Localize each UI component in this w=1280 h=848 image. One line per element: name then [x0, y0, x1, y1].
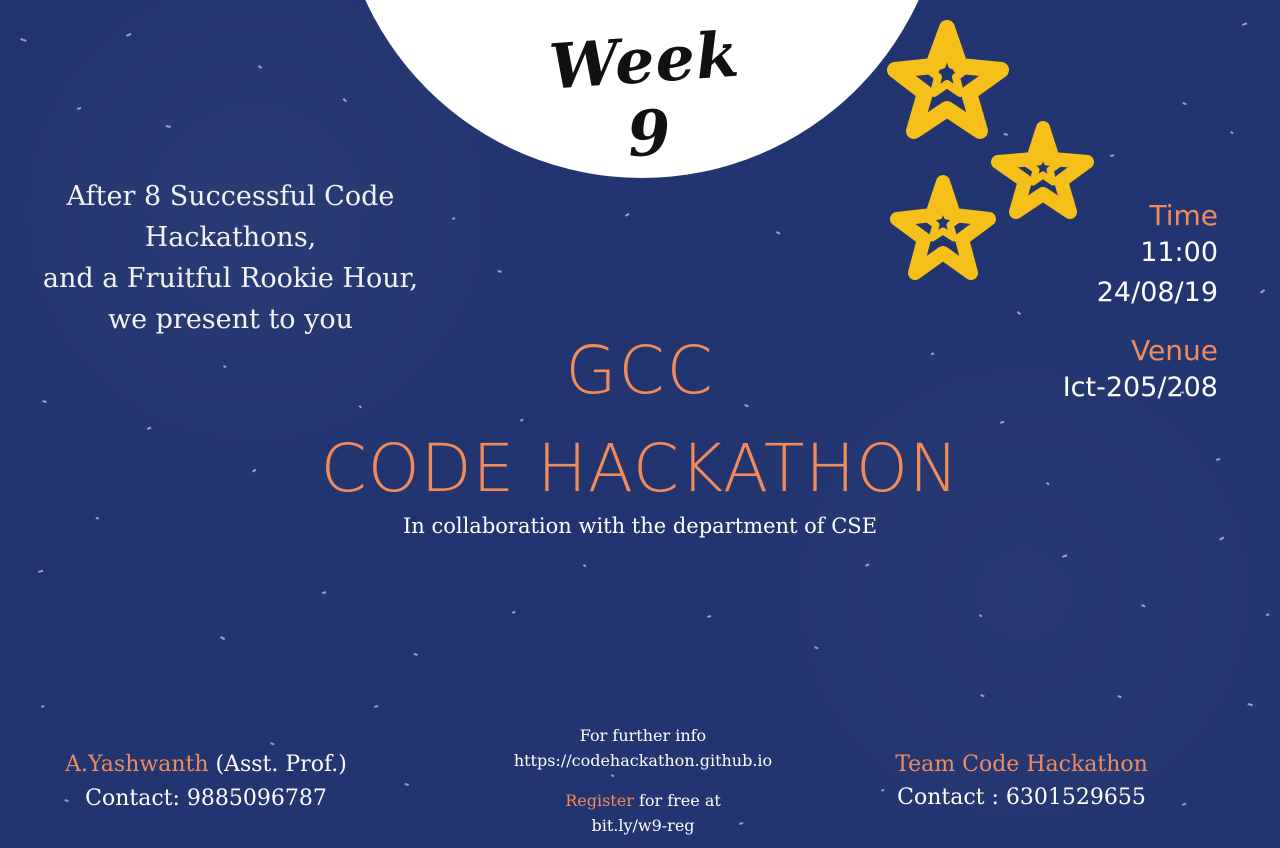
- star-icon: [887, 20, 1009, 139]
- intro-line-3: and a Fruitful Rookie Hour,: [42, 263, 419, 294]
- center-contact-spacer: [468, 773, 818, 788]
- left-contact-role: (Asst. Prof.): [215, 752, 347, 777]
- register-rest: for free at: [638, 791, 721, 810]
- star-icon: [991, 121, 1094, 219]
- intro-line-1: After 8 Successful Code: [66, 181, 395, 212]
- time-date: 24/08/19: [1096, 277, 1218, 308]
- time-info: Time 11:00 24/08/19: [1097, 199, 1218, 313]
- register-short-link: bit.ly/w9-reg: [591, 816, 695, 835]
- team-name: Team Code Hackathon: [895, 752, 1148, 777]
- gcc-title: GCC: [565, 332, 715, 409]
- hackathon-poster: Week 9 After 8 Successful Code Hackathon…: [0, 0, 1280, 848]
- stars-group-icon: [887, 20, 1094, 280]
- time-clock: 11:00: [1140, 237, 1218, 268]
- further-info-url: https://codehackathon.github.io: [513, 751, 773, 770]
- further-info-label: For further info: [579, 726, 707, 745]
- week-title: Week 9: [546, 17, 742, 172]
- collaboration-text: In collaboration with the department of …: [402, 514, 878, 538]
- register-word: Register: [565, 791, 634, 810]
- team-contact: Contact : 6301529655: [897, 785, 1146, 810]
- venue-value: Ict-205/208: [1062, 372, 1218, 403]
- register-line: Register for free at: [468, 788, 818, 813]
- right-contact: Team Code Hackathon Contact : 6301529655: [884, 748, 1159, 814]
- center-contact: For further info https://codehackathon.g…: [468, 723, 818, 838]
- left-contact-phone: Contact: 9885096787: [85, 786, 327, 811]
- venue-label: Venue: [1131, 334, 1218, 367]
- left-contact: A.Yashwanth (Asst. Prof.) Contact: 98850…: [56, 748, 356, 816]
- main-heading: GCC CODE HACKATHON: [220, 330, 1060, 510]
- intro-line-2: Hackathons,: [144, 222, 317, 253]
- time-label: Time: [1149, 199, 1218, 232]
- venue-info: Venue Ict-205/208: [1063, 334, 1218, 408]
- left-contact-name-line: A.Yashwanth (Asst. Prof.): [56, 748, 356, 782]
- intro-text: After 8 Successful Code Hackathons, and …: [28, 176, 433, 340]
- left-contact-name: A.Yashwanth: [65, 752, 209, 777]
- code-hackathon-title: CODE HACKATHON: [320, 430, 960, 507]
